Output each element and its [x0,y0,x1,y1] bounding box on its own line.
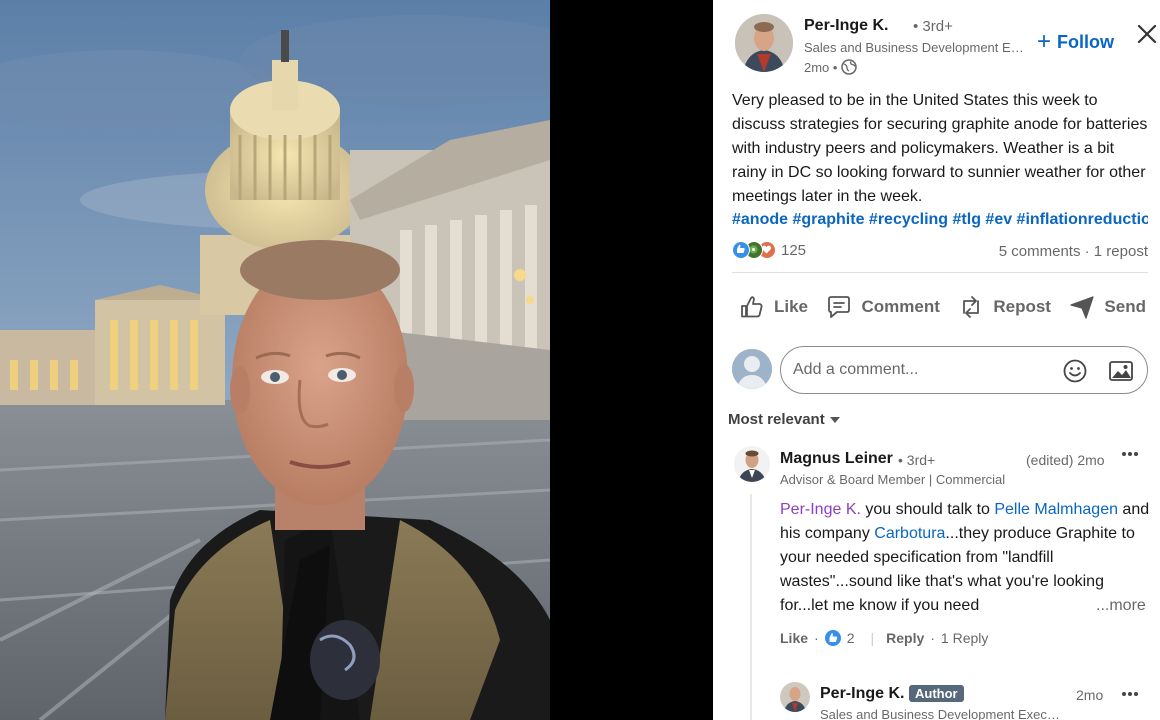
reply-author-headline: Sales and Business Development Executive [820,707,1060,720]
author-name[interactable]: Per-Inge K. [804,17,888,35]
sort-dropdown[interactable]: Most relevant [728,411,841,428]
caret-down-icon [829,416,840,423]
send-icon [1070,296,1095,319]
reply-author-name[interactable]: Per-Inge K. [820,685,904,703]
mention-link[interactable]: Per-Inge K. [780,501,861,518]
capitol-selfie-image [0,0,550,720]
post-timestamp: 2mo • [804,59,858,75]
current-user-avatar[interactable] [732,349,772,389]
send-button[interactable]: Send [1062,284,1152,330]
post-hashtags[interactable]: #anode #graphite #recycling #tlg #ev #in… [732,208,1148,232]
comment-placeholder: Add a comment... [793,361,919,378]
author-avatar[interactable] [735,14,793,72]
globe-icon [841,59,858,75]
repost-label: Repost [993,297,1051,316]
media-viewer [0,0,713,720]
reactions-summary[interactable]: 125 [732,241,806,259]
thumbs-up-icon [741,296,763,318]
comments-reposts-count[interactable]: 5 comments · 1 repost [999,243,1148,260]
comment-like-count[interactable]: 2 [847,630,855,646]
comment-icon [828,296,851,318]
follow-button[interactable]: + Follow [1037,27,1115,55]
reply-button[interactable]: Reply [886,630,924,646]
close-icon[interactable] [1135,22,1159,46]
send-label: Send [1104,297,1146,316]
repost-icon [963,296,980,318]
see-more-link[interactable]: ...more [1088,594,1146,618]
reaction-count: 125 [781,241,807,259]
sort-label: Most relevant [728,411,825,428]
like-reaction-icon [732,241,750,259]
reply-timestamp: 2mo [1076,687,1104,703]
comment-timestamp: (edited) 2mo [1026,452,1105,468]
comment-like-button[interactable]: Like [780,630,808,646]
comment-actions: Like · 2 | Reply · 1 Reply [780,630,988,646]
commenter-degree: • 3rd+ [898,452,936,468]
post-detail-panel: Per-Inge K. • 3rd+ Sales and Business De… [713,0,1160,720]
commenter-name[interactable]: Magnus Leiner [780,450,893,468]
separator: · [930,630,935,646]
repost-button[interactable]: Repost [951,284,1057,330]
reply-count[interactable]: 1 Reply [941,630,988,646]
author-badge: Author [909,685,964,702]
mention-link[interactable]: Pelle Malmhagen [994,501,1118,518]
post-time-text: 2mo • [804,59,838,75]
post-photo[interactable] [0,0,550,720]
author-headline: Sales and Business Development Executive [804,40,1028,55]
comment-composer: Add a comment... [732,346,1150,396]
separator: · [814,630,819,646]
follow-label: Follow [1057,32,1115,52]
separator: | [870,630,875,646]
comment-text: you should talk to [860,501,995,518]
comment-input[interactable]: Add a comment... [780,346,1148,394]
connection-degree: • 3rd+ [913,18,953,35]
emoji-icon[interactable] [1062,358,1088,384]
social-counts: 125 5 comments · 1 repost [732,241,1148,265]
more-options-icon[interactable] [1118,684,1142,704]
reply-author-avatar[interactable] [780,682,810,712]
comment-button[interactable]: Comment [819,284,945,330]
post-action-bar: Like Comment Repost Send [732,284,1152,330]
commenter-headline: Advisor & Board Member | Commercial [780,472,1006,487]
like-reaction-icon [824,630,841,646]
comment-label: Comment [861,297,940,316]
like-button[interactable]: Like [732,284,814,330]
plus-icon: + [1037,27,1052,55]
mention-link[interactable]: Carbotura [874,525,945,542]
thread-line [750,494,752,720]
more-options-icon[interactable] [1118,444,1142,464]
image-icon[interactable] [1108,358,1134,384]
divider [732,272,1148,273]
commenter-avatar[interactable] [734,446,770,482]
like-label: Like [774,297,809,316]
post-body-text: Very pleased to be in the United States … [732,92,1148,205]
